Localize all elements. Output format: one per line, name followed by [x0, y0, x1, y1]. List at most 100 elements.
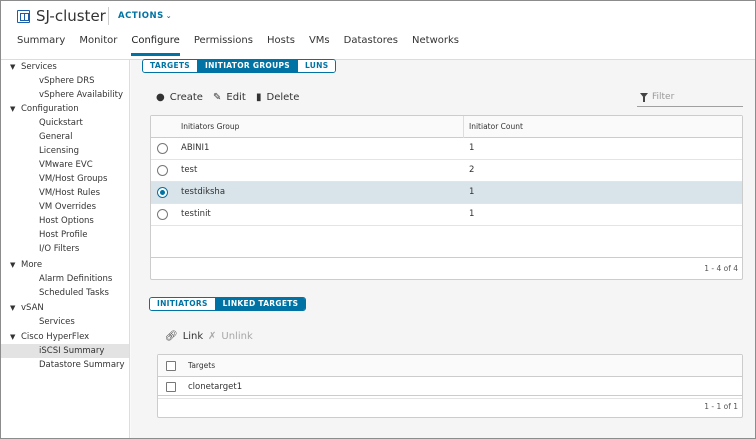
pagination-count: 1 - 1 of 1: [704, 402, 738, 411]
row-radio[interactable]: [157, 143, 168, 154]
sidebar-group-label: Configuration: [21, 104, 79, 114]
initiator-count: 1: [469, 143, 475, 153]
column-divider: [463, 116, 464, 138]
actions-menu-button[interactable]: ACTIONS ⌄: [118, 11, 172, 21]
sidebar-item-vm-host-rules[interactable]: VM/Host Rules: [0, 186, 129, 200]
filter-icon: [640, 93, 648, 102]
table-row[interactable]: testinit 1: [151, 204, 742, 226]
create-button[interactable]: ● Create: [156, 92, 203, 103]
sidebar-item-quickstart[interactable]: Quickstart: [0, 116, 129, 130]
delete-button[interactable]: ▮ Delete: [256, 92, 299, 103]
segment-targets[interactable]: TARGETS: [143, 60, 199, 72]
sidebar-group-more[interactable]: ▼ More: [0, 258, 129, 272]
tab-permissions[interactable]: Permissions: [194, 35, 253, 56]
cluster-icon: [17, 10, 30, 23]
caret-down-icon: ▼: [10, 261, 16, 269]
row-radio[interactable]: [157, 209, 168, 220]
actions-label: ACTIONS: [118, 11, 164, 21]
sidebar-item-general[interactable]: General: [0, 130, 129, 144]
sidebar-item-alarm-definitions[interactable]: Alarm Definitions: [0, 272, 129, 286]
filter-field[interactable]: Filter: [637, 91, 743, 107]
sidebar-item-datastore-summary[interactable]: Datastore Summary: [0, 358, 129, 372]
trash-icon: ▮: [256, 92, 262, 103]
sidebar-item-vsphere-availability[interactable]: vSphere Availability: [0, 88, 129, 102]
tab-hosts[interactable]: Hosts: [267, 35, 295, 56]
sidebar-item-iscsi-summary[interactable]: iSCSI Summary: [0, 344, 129, 358]
table-row-selected[interactable]: testdiksha 1: [151, 182, 742, 204]
grid-footer: 1 - 1 of 1: [158, 395, 742, 417]
initiator-group-name: test: [181, 165, 198, 175]
sidebar-item-vm-host-groups[interactable]: VM/Host Groups: [0, 172, 129, 186]
sidebar-item-host-options[interactable]: Host Options: [0, 214, 129, 228]
sidebar-group-label: Services: [21, 62, 57, 72]
object-tabs: Summary Monitor Configure Permissions Ho…: [17, 35, 473, 56]
initiator-count: 1: [469, 209, 475, 219]
table-row[interactable]: ABINI1 1: [151, 138, 742, 160]
edit-button[interactable]: ✎ Edit: [213, 92, 246, 103]
iscsi-view-switcher: TARGETS INITIATOR GROUPS LUNS: [142, 59, 337, 73]
column-header-initiator-count[interactable]: Initiator Count: [469, 122, 523, 131]
tab-monitor[interactable]: Monitor: [79, 35, 117, 56]
grid-header: Targets: [158, 355, 742, 377]
tab-summary[interactable]: Summary: [17, 35, 65, 56]
configure-sidebar: ▼ Services vSphere DRS vSphere Availabili…: [0, 60, 130, 439]
create-label: Create: [169, 92, 203, 103]
sidebar-group-label: More: [21, 260, 43, 270]
sidebar-item-scheduled-tasks[interactable]: Scheduled Tasks: [0, 286, 129, 300]
pencil-icon: ✎: [213, 92, 222, 103]
segment-luns[interactable]: LUNS: [297, 60, 336, 72]
segment-linked-targets[interactable]: LINKED TARGETS: [215, 298, 306, 310]
sidebar-item-vm-overrides[interactable]: VM Overrides: [0, 200, 129, 214]
linked-targets-grid: Targets clonetarget1 1 - 1 of 1: [157, 354, 743, 418]
row-radio[interactable]: [157, 165, 168, 176]
filter-placeholder: Filter: [652, 92, 675, 102]
sidebar-item-licensing[interactable]: Licensing: [0, 144, 129, 158]
sidebar-item-vsphere-drs[interactable]: vSphere DRS: [0, 74, 129, 88]
caret-down-icon: ▼: [10, 333, 16, 341]
sidebar-item-vmware-evc[interactable]: VMware EVC: [0, 158, 129, 172]
plus-circle-icon: ●: [156, 92, 165, 103]
main-content: TARGETS INITIATOR GROUPS LUNS ● Create ✎ E…: [131, 59, 756, 439]
column-header-targets[interactable]: Targets: [188, 361, 215, 370]
sidebar-group-vsan[interactable]: ▼ vSAN: [0, 301, 129, 315]
segment-initiators[interactable]: INITIATORS: [150, 298, 216, 310]
sidebar-group-services[interactable]: ▼ Services: [0, 60, 129, 74]
group-detail-switcher: INITIATORS LINKED TARGETS: [149, 297, 307, 311]
grid-footer: 1 - 4 of 4: [151, 257, 742, 279]
row-radio-checked[interactable]: [157, 187, 168, 198]
tab-configure[interactable]: Configure: [131, 35, 180, 56]
link-button[interactable]: 🔗︎ Link: [165, 331, 203, 342]
sidebar-item-vsan-services[interactable]: Services: [0, 315, 129, 329]
title-divider: [108, 7, 109, 25]
target-name: clonetarget1: [188, 382, 243, 392]
page-title: SJ-cluster: [36, 7, 106, 25]
sidebar-group-configuration[interactable]: ▼ Configuration: [0, 102, 129, 116]
tab-vms[interactable]: VMs: [309, 35, 330, 56]
column-header-initiators-group[interactable]: Initiators Group: [181, 122, 239, 131]
tab-networks[interactable]: Networks: [412, 35, 459, 56]
caret-down-icon: ▼: [10, 304, 16, 312]
delete-label: Delete: [266, 92, 300, 103]
initiator-group-name: testinit: [181, 209, 211, 219]
sidebar-item-host-profile[interactable]: Host Profile: [0, 228, 129, 242]
chevron-down-icon: ⌄: [165, 12, 173, 20]
sidebar-group-cisco-hyperflex[interactable]: ▼ Cisco HyperFlex: [0, 330, 129, 344]
row-checkbox[interactable]: [166, 382, 176, 392]
edit-label: Edit: [226, 92, 246, 103]
link-label: Link: [182, 331, 204, 342]
initiator-groups-grid: Initiators Group Initiator Count ABINI1 …: [150, 115, 743, 280]
table-row[interactable]: test 2: [151, 160, 742, 182]
tab-datastores[interactable]: Datastores: [344, 35, 398, 56]
segment-initiator-groups[interactable]: INITIATOR GROUPS: [198, 60, 298, 72]
sidebar-item-io-filters[interactable]: I/O Filters: [0, 242, 129, 256]
grid-header: Initiators Group Initiator Count: [151, 116, 742, 138]
initiator-group-name: testdiksha: [181, 187, 226, 197]
sidebar-group-label: Cisco HyperFlex: [21, 332, 90, 342]
unlink-button[interactable]: ✗ Unlink: [208, 331, 253, 342]
pagination-count: 1 - 4 of 4: [704, 264, 738, 273]
select-all-checkbox[interactable]: [166, 361, 176, 371]
caret-down-icon: ▼: [10, 63, 16, 71]
sidebar-group-label: vSAN: [21, 303, 44, 313]
initiator-count: 2: [469, 165, 475, 175]
unlink-icon: ✗: [208, 331, 217, 342]
